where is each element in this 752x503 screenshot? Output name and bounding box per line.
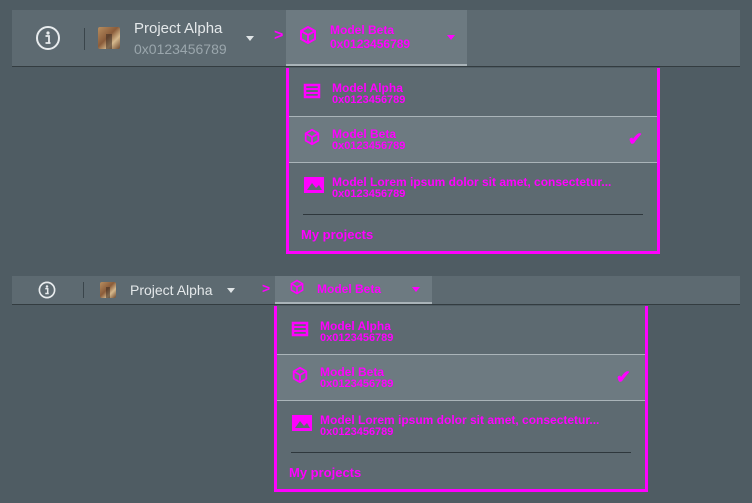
chevron-down-icon <box>226 287 235 293</box>
project-selector[interactable]: Project Alpha 0x0123456789 <box>98 18 254 58</box>
project-name: Project Alpha <box>130 282 213 298</box>
chevron-down-icon <box>412 287 420 292</box>
chevron-down-icon <box>246 36 254 41</box>
model-selector-label: Model Beta <box>317 282 382 296</box>
box-icon <box>291 320 309 343</box>
project-address: 0x0123456789 <box>134 40 227 57</box>
option-label: Model Lorem ipsum dolor sit amet, consec… <box>320 413 600 427</box>
model-selector-address: 0x0123456789 <box>330 37 411 51</box>
project-thumbnail <box>100 282 116 298</box>
option-address: 0x0123456789 <box>332 187 406 200</box>
breadcrumb-separator: > <box>262 280 271 296</box>
divider <box>84 28 85 50</box>
my-projects-link[interactable]: My projects <box>289 465 361 480</box>
divider <box>83 282 84 298</box>
breadcrumb-separator: > <box>274 27 284 44</box>
info-icon <box>36 26 60 50</box>
dropdown-divider <box>291 452 631 453</box>
info-button[interactable] <box>38 281 56 299</box>
option-label: Model Beta <box>320 365 385 379</box>
my-projects-link[interactable]: My projects <box>301 227 373 242</box>
option-address: 0x0123456789 <box>332 93 406 106</box>
option-address: 0x0123456789 <box>320 331 394 344</box>
image-icon <box>303 174 325 201</box>
model-selector[interactable]: Model Beta 0x0123456789 <box>286 10 467 66</box>
checkmark-icon: ✔ <box>615 367 631 387</box>
image-icon <box>291 412 313 439</box>
cube-icon <box>303 128 321 151</box>
model-dropdown: Model Alpha 0x0123456789 Model Beta 0x01… <box>274 306 648 492</box>
cube-icon <box>298 25 318 50</box>
model-selector[interactable]: Model Beta <box>275 276 432 304</box>
dropdown-option-model-lorem[interactable]: Model Lorem ipsum dolor sit amet, consec… <box>277 402 645 449</box>
dropdown-option-model-lorem[interactable]: Model Lorem ipsum dolor sit amet, consec… <box>289 164 657 211</box>
dropdown-option-model-alpha[interactable]: Model Alpha 0x0123456789 <box>289 70 657 117</box>
model-dropdown: Model Alpha 0x0123456789 Model Beta 0x01… <box>286 68 660 254</box>
cube-icon <box>289 279 305 300</box>
box-icon <box>303 82 321 105</box>
project-name: Project Alpha <box>134 19 223 37</box>
option-label: Model Alpha <box>332 81 403 95</box>
cube-icon <box>291 366 309 389</box>
dropdown-option-model-beta[interactable]: Model Beta 0x0123456789 ✔ <box>277 354 645 401</box>
info-button[interactable] <box>34 24 62 52</box>
dropdown-option-model-beta[interactable]: Model Beta 0x0123456789 ✔ <box>289 116 657 163</box>
checkmark-icon: ✔ <box>627 129 643 149</box>
model-selector-label: Model Beta <box>330 23 395 37</box>
project-thumbnail <box>98 27 120 49</box>
dropdown-option-model-alpha[interactable]: Model Alpha 0x0123456789 <box>277 308 645 355</box>
header-bar: Project Alpha 0x0123456789 > Model Beta … <box>12 10 740 66</box>
option-address: 0x0123456789 <box>320 425 394 438</box>
option-label: Model Lorem ipsum dolor sit amet, consec… <box>332 175 612 189</box>
header-bar-compact: Project Alpha > Model Beta <box>12 276 740 304</box>
option-address: 0x0123456789 <box>332 139 406 152</box>
option-label: Model Beta <box>332 127 397 141</box>
option-label: Model Alpha <box>320 319 391 333</box>
option-address: 0x0123456789 <box>320 377 394 390</box>
dropdown-divider <box>303 214 643 215</box>
chevron-down-icon <box>447 35 455 40</box>
project-selector[interactable]: Project Alpha <box>100 281 235 299</box>
info-icon <box>38 281 56 299</box>
